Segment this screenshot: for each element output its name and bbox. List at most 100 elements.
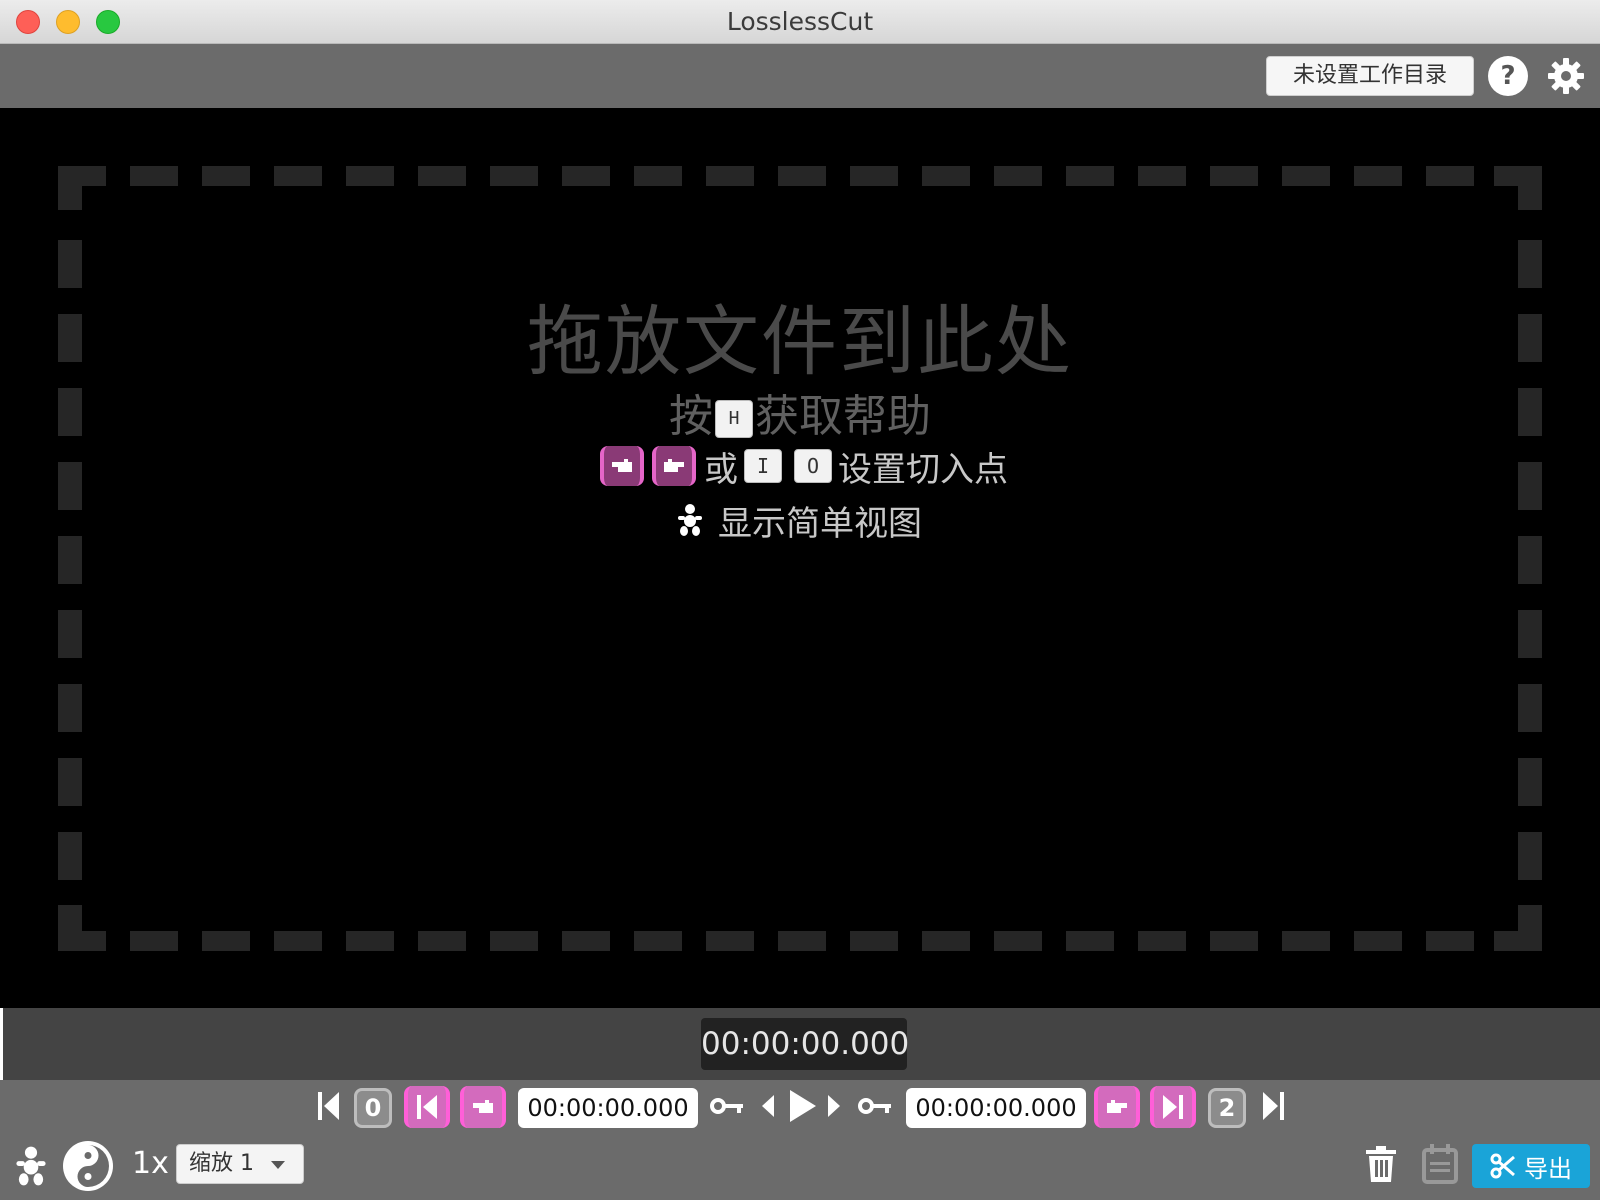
cut-start-time-input[interactable]: 00:00:00.000	[518, 1088, 698, 1128]
file-drop-area[interactable]: 拖放文件到此处 按 H 获取帮助 或 I O 设置切入点 显示简单视图	[0, 108, 1600, 1008]
border-dash	[1426, 166, 1474, 186]
border-dash	[562, 166, 610, 186]
border-dash	[1354, 166, 1402, 186]
pointing-hand-right-icon	[1107, 1100, 1127, 1113]
border-dash	[490, 166, 538, 186]
top-toolbar: 未设置工作目录 ?	[0, 44, 1600, 108]
simple-view-label: 显示简单视图	[718, 503, 922, 544]
calendar-list-icon[interactable]	[1422, 1144, 1458, 1184]
export-label: 导出	[1524, 1154, 1572, 1183]
o-key: O	[794, 449, 832, 483]
playback-speed[interactable]: 1x	[132, 1142, 169, 1186]
jump-cut-start-button[interactable]	[404, 1086, 450, 1128]
set-cut-end-button[interactable]	[1094, 1086, 1140, 1128]
previous-frame-icon[interactable]	[760, 1094, 776, 1118]
border-dash	[706, 166, 754, 186]
border-dash	[58, 462, 82, 510]
border-dash	[130, 931, 178, 951]
border-dash	[922, 166, 970, 186]
border-dash	[1066, 931, 1114, 951]
start-segment-number[interactable]: 0	[354, 1088, 392, 1128]
border-dash	[418, 166, 466, 186]
border-dash	[202, 166, 250, 186]
baby-icon	[678, 504, 702, 536]
border-dash	[202, 931, 250, 951]
border-dash	[1518, 684, 1542, 732]
border-dash	[58, 610, 82, 658]
cut-hint-suffix: 设置切入点	[838, 449, 1008, 490]
trash-icon[interactable]	[1366, 1146, 1396, 1182]
keyframe-key-icon[interactable]	[858, 1096, 892, 1116]
border-dash	[274, 166, 322, 186]
jump-to-end-icon[interactable]	[1262, 1090, 1284, 1122]
export-button[interactable]: 导出	[1472, 1144, 1590, 1188]
jump-cut-end-icon	[1163, 1095, 1183, 1119]
border-dash	[1066, 166, 1114, 186]
current-time-display: 00:00:00.000	[701, 1018, 909, 1070]
scissors-icon	[1490, 1153, 1515, 1179]
window-titlebar: LosslessCut	[0, 0, 1600, 44]
zoom-select[interactable]: 缩放 1	[176, 1144, 304, 1184]
play-icon[interactable]	[788, 1088, 818, 1124]
h-key: H	[715, 400, 753, 438]
border-dash	[274, 931, 322, 951]
i-key: I	[744, 449, 782, 483]
set-cut-start-button[interactable]	[460, 1086, 506, 1128]
border-dash	[634, 166, 682, 186]
jump-cut-start-icon	[417, 1095, 437, 1119]
border-dash	[1210, 166, 1258, 186]
key-icon[interactable]	[710, 1096, 744, 1116]
cut-end-time-input[interactable]: 00:00:00.000	[906, 1088, 1086, 1128]
border-dash	[634, 931, 682, 951]
zoom-select-label: 缩放 1	[189, 1151, 254, 1176]
border-dash	[778, 166, 826, 186]
border-dash	[346, 166, 394, 186]
gear-icon[interactable]	[1546, 56, 1586, 96]
border-dash	[1518, 610, 1542, 658]
border-dash	[1282, 931, 1330, 951]
border-dash	[1518, 758, 1542, 806]
window-title: LosslessCut	[726, 7, 874, 36]
playback-controls: 0 00:00:00.000 00:00:00.000 2 1x 缩放 1 导出	[0, 1080, 1600, 1200]
border-dash	[1138, 931, 1186, 951]
border-dash	[562, 931, 610, 951]
border-dash	[994, 166, 1042, 186]
drop-zone-border	[58, 166, 1542, 951]
border-dash	[1518, 462, 1542, 510]
cut-hint-or: 或	[704, 449, 738, 490]
end-segment-number[interactable]: 2	[1208, 1088, 1246, 1128]
jump-cut-end-button[interactable]	[1150, 1086, 1196, 1128]
border-dash	[1282, 166, 1330, 186]
simple-view-link[interactable]: 显示简单视图	[676, 498, 922, 544]
help-hint: 按 H 获取帮助	[0, 380, 1600, 444]
border-dash	[850, 931, 898, 951]
border-dash	[706, 931, 754, 951]
border-dash	[1354, 931, 1402, 951]
help-hint-prefix: 按	[669, 391, 713, 442]
cut-point-hint: 或 I O 设置切入点	[600, 444, 1008, 490]
simple-mode-baby-icon[interactable]	[14, 1144, 48, 1188]
border-dash	[58, 684, 82, 732]
timeline[interactable]: 00:00:00.000	[0, 1008, 1600, 1080]
border-dash	[922, 931, 970, 951]
border-dash	[130, 166, 178, 186]
border-dash	[994, 931, 1042, 951]
help-icon[interactable]: ?	[1488, 56, 1528, 96]
yin-yang-icon[interactable]	[62, 1140, 114, 1192]
border-dash	[1518, 832, 1542, 880]
drop-files-heading: 拖放文件到此处	[527, 297, 1073, 386]
border-dash	[490, 931, 538, 951]
border-dash	[346, 931, 394, 951]
border-dash	[58, 832, 82, 880]
border-dash	[850, 166, 898, 186]
border-dash	[418, 931, 466, 951]
jump-to-start-icon[interactable]	[318, 1090, 340, 1122]
border-dash	[58, 758, 82, 806]
next-frame-icon[interactable]	[826, 1094, 842, 1118]
chevron-down-icon	[271, 1161, 285, 1169]
help-hint-suffix: 获取帮助	[755, 391, 931, 442]
border-dash	[1210, 931, 1258, 951]
working-directory-button[interactable]: 未设置工作目录	[1266, 56, 1474, 96]
border-dash	[58, 536, 82, 584]
border-dash	[778, 931, 826, 951]
